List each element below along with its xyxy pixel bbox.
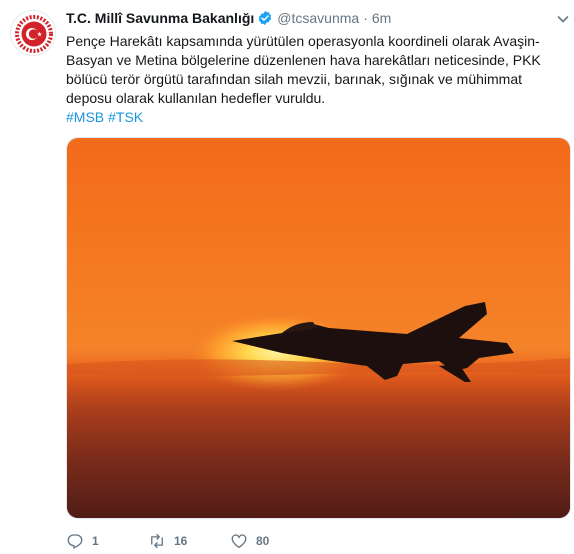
reply-count: 1 [92,534,99,548]
hashtag-link[interactable]: #MSB [66,109,104,125]
tweet-media-image[interactable] [66,137,571,519]
reply-icon [67,534,83,549]
ministry-logo-icon [15,15,53,53]
author-name[interactable]: T.C. Millî Savunma Bakanlığı [66,10,254,26]
separator-dot: · [363,10,368,26]
retweet-count: 16 [174,534,188,548]
retweet-button[interactable]: 16 [148,532,230,550]
heart-icon [231,534,247,549]
retweet-icon [151,533,163,549]
tweet-text: Pençe Harekâtı kapsamında yürütülen oper… [66,33,541,106]
tweet-actions: 1 16 80 [66,531,290,551]
tweet[interactable]: T.C. Millî Savunma Bakanlığı @tcsavunma … [0,0,574,554]
hashtag-list: #MSB #TSK [66,108,564,127]
like-button[interactable]: 80 [230,532,290,550]
hashtag-link[interactable]: #TSK [108,109,143,125]
tweet-content: T.C. Millî Savunma Bakanlığı @tcsavunma … [66,8,569,127]
avatar[interactable] [10,10,56,56]
tweet-header: T.C. Millî Savunma Bakanlığı @tcsavunma … [66,8,564,28]
verified-badge-icon [257,10,273,26]
chevron-down-icon[interactable] [556,12,570,31]
sunset-fighter-jet-photo [67,138,570,518]
author-handle[interactable]: @tcsavunma [277,10,359,26]
like-count: 80 [256,534,270,548]
reply-button[interactable]: 1 [66,532,148,550]
tweet-timestamp[interactable]: 6m [372,10,391,26]
